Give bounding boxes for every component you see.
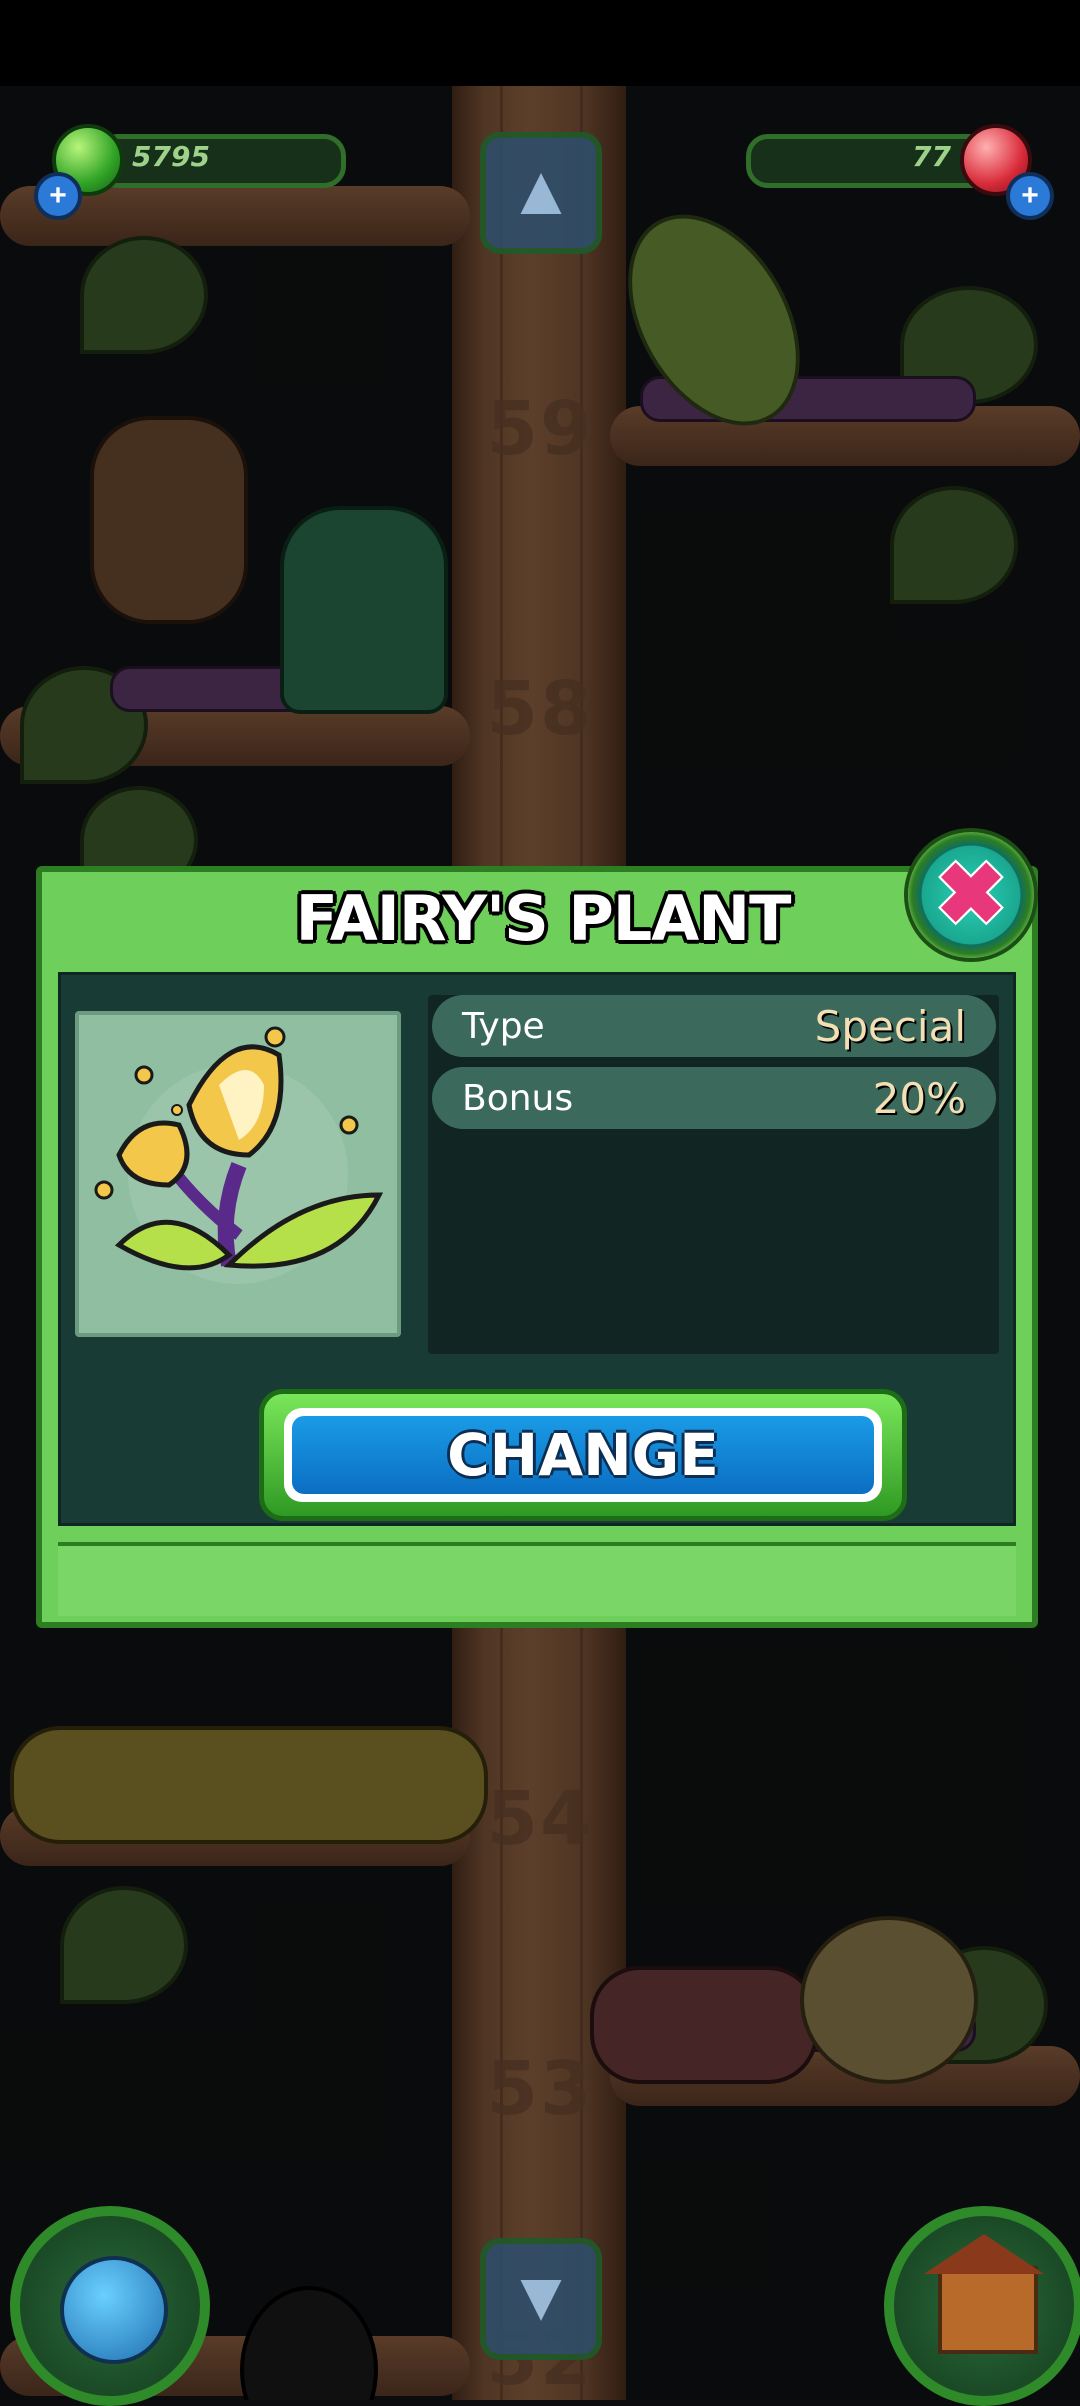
stat-value: Special: [814, 1001, 966, 1051]
gems-value: 77: [912, 140, 951, 173]
add-gems-button[interactable]: +: [1006, 172, 1054, 220]
change-button[interactable]: CHANGE: [284, 1408, 882, 1502]
stat-value: 20%: [872, 1073, 966, 1123]
house-icon[interactable]: [884, 2206, 1080, 2406]
globe-graphic: [60, 2256, 168, 2364]
change-button-frame: CHANGE: [259, 1389, 907, 1521]
stat-row-bonus: Bonus 20%: [432, 1067, 996, 1129]
fairy-plant-icon: [94, 1026, 384, 1284]
coins-value: 5795: [132, 140, 210, 173]
change-button-label: CHANGE: [292, 1416, 874, 1494]
add-coins-button[interactable]: +: [34, 172, 82, 220]
dialog-footer: [58, 1542, 1016, 1616]
house-roof: [924, 2234, 1044, 2274]
stat-label: Bonus: [462, 1077, 574, 1119]
globe-icon[interactable]: [10, 2206, 210, 2406]
dialog-title: FAIRY'S PLANT: [295, 882, 792, 955]
close-button[interactable]: ✖: [908, 832, 1034, 958]
house-graphic: [938, 2266, 1038, 2354]
plant-image-frame: [75, 1011, 401, 1337]
arrow-down-icon[interactable]: ▼: [480, 2238, 602, 2360]
stats-panel: Type Special Bonus 20%: [428, 995, 999, 1354]
close-x-icon: ✖: [935, 847, 1007, 941]
gems-bar: [746, 134, 996, 188]
arrow-up-icon[interactable]: ▲: [480, 132, 602, 254]
stat-row-type: Type Special: [432, 995, 996, 1057]
stat-label: Type: [462, 1005, 545, 1047]
plant-dialog: FAIRY'S PLANT ✖ Type Special Bonus 20% C…: [36, 832, 1038, 1628]
dialog-body: Type Special Bonus 20% CHANGE: [58, 972, 1016, 1526]
status-bar: [0, 0, 1080, 86]
